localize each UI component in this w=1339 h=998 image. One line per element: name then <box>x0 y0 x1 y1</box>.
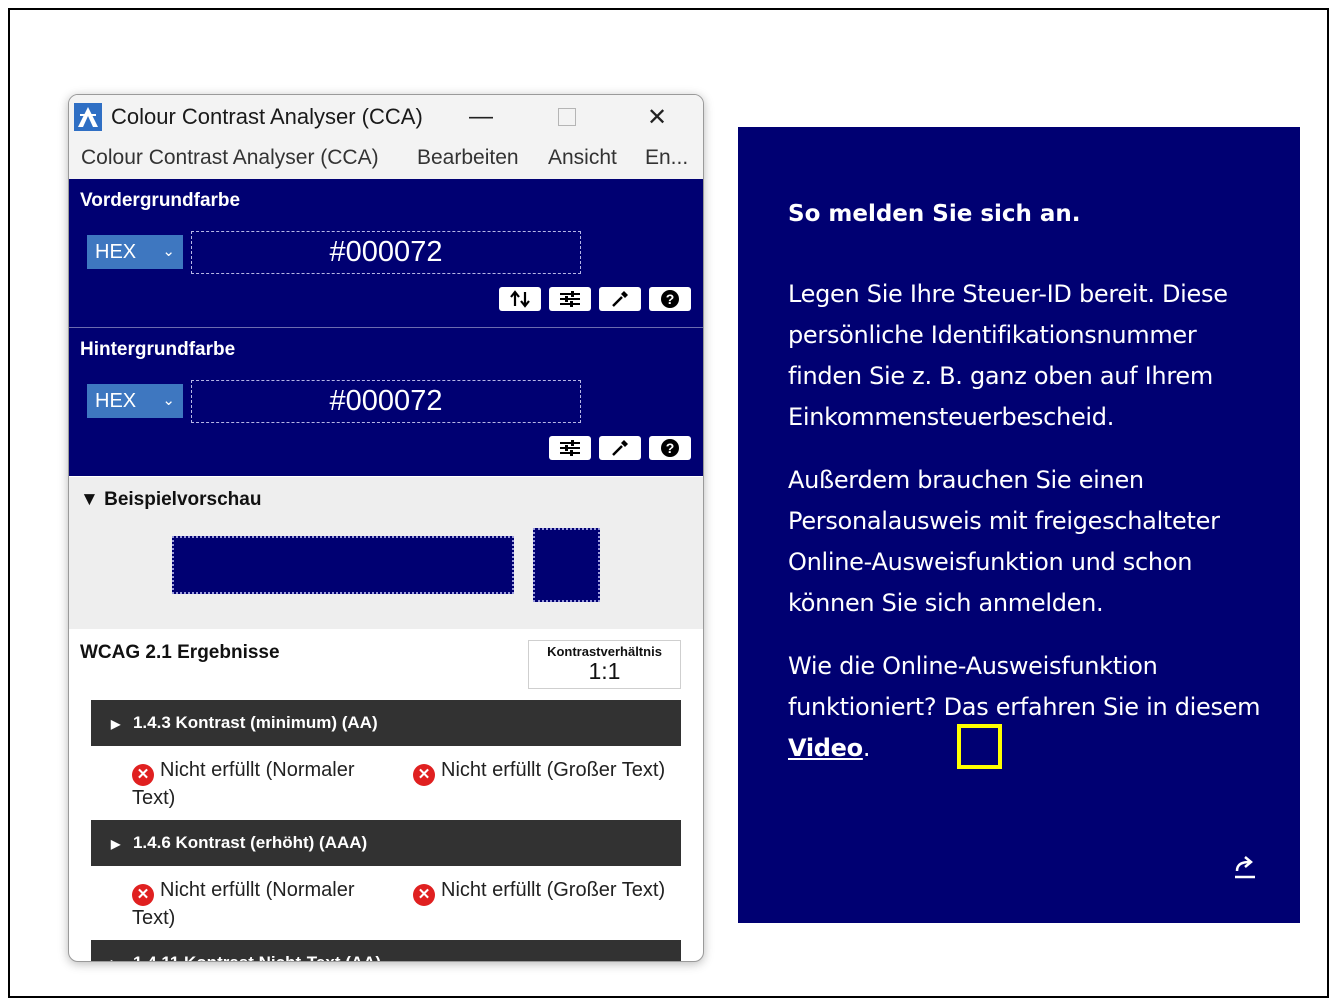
maximize-button[interactable] <box>537 95 597 139</box>
cca-window: Colour Contrast Analyser (CCA) — ✕ Colou… <box>68 94 704 962</box>
fail-icon: ✕ <box>413 764 435 786</box>
swap-colors-button[interactable] <box>499 287 541 311</box>
panel-heading: So melden Sie sich an. <box>788 201 1081 227</box>
background-format-select[interactable]: HEX ⌄ <box>87 384 183 418</box>
eyedropper-icon <box>612 291 628 307</box>
result-label: Nicht erfüllt (Großer Text) <box>441 879 666 901</box>
result-label: Nicht erfüllt (Normaler Text) <box>132 759 355 809</box>
result-large-text: ✕ Nicht erfüllt (Großer Text) <box>413 758 693 786</box>
svg-text:?: ? <box>666 291 675 307</box>
paragraph-end: . <box>862 734 871 762</box>
sliders-icon <box>560 291 580 307</box>
window-title: Colour Contrast Analyser (CCA) <box>111 104 423 129</box>
triangle-down-icon: ▼ <box>80 489 99 510</box>
fail-icon: ✕ <box>132 764 154 786</box>
app-logo-icon <box>74 103 102 131</box>
results-title: WCAG 2.1 Ergebnisse <box>80 642 280 663</box>
preview-toggle[interactable]: ▼ Beispielvorschau <box>80 489 261 511</box>
contrast-ratio-label: Kontrastverhältnis <box>547 644 662 659</box>
fail-icon: ✕ <box>132 884 154 906</box>
preview-sample-small <box>533 528 600 602</box>
minimize-button[interactable]: — <box>451 95 511 139</box>
foreground-eyedropper-button[interactable] <box>599 287 641 311</box>
foreground-sliders-button[interactable] <box>549 287 591 311</box>
triangle-right-icon: ▶ <box>111 837 121 851</box>
panel-paragraph-3: Wie die Online-Ausweisfunktion funktioni… <box>788 646 1268 769</box>
preview-section: ▼ Beispielvorschau <box>69 477 703 629</box>
triangle-right-icon: ▶ <box>111 957 120 961</box>
result-label: Nicht erfüllt (Normaler Text) <box>132 879 355 929</box>
help-icon: ? <box>661 439 679 457</box>
fail-icon: ✕ <box>413 884 435 906</box>
criterion-1-4-6[interactable]: ▶ 1.4.6 Kontrast (erhöht) (AAA) <box>91 820 681 866</box>
maximize-icon <box>558 108 576 126</box>
video-link[interactable]: Video <box>788 734 863 762</box>
share-icon[interactable] <box>1228 851 1262 885</box>
title-bar[interactable]: Colour Contrast Analyser (CCA) — ✕ <box>69 95 703 139</box>
close-icon: ✕ <box>646 103 668 131</box>
background-section: Hintergrundfarbe HEX ⌄ #000072 ? <box>69 328 703 476</box>
sliders-icon <box>560 440 580 456</box>
minimize-icon: — <box>469 103 493 130</box>
menu-item-app[interactable]: Colour Contrast Analyser (CCA) <box>81 146 379 170</box>
paragraph-text: Wie die Online-Ausweisfunktion funktioni… <box>788 652 1261 721</box>
background-title: Hintergrundfarbe <box>80 339 236 360</box>
criterion-1-4-3[interactable]: ▶ 1.4.3 Kontrast (minimum) (AA) <box>91 700 681 746</box>
panel-paragraph-1: Legen Sie Ihre Steuer-ID bereit. Diese p… <box>788 280 1228 431</box>
eyedropper-icon <box>612 440 628 456</box>
background-format-value: HEX <box>95 390 137 412</box>
menu-item-more[interactable]: En... <box>645 146 688 170</box>
background-help-button[interactable]: ? <box>649 436 691 460</box>
close-button[interactable]: ✕ <box>627 95 687 139</box>
menu-item-edit[interactable]: Bearbeiten <box>417 146 519 170</box>
criterion-1-4-11[interactable]: ▶ 1.4.11 Kontrast Nicht-Text (AA) <box>91 940 681 961</box>
chevron-down-icon: ⌄ <box>162 392 175 409</box>
preview-sample-large <box>172 536 514 594</box>
result-normal-text: ✕ Nicht erfüllt (Normaler Text) <box>132 758 382 811</box>
foreground-hex-input[interactable]: #000072 <box>191 231 581 274</box>
foreground-format-value: HEX <box>95 241 137 263</box>
contrast-ratio-box: Kontrastverhältnis 1:1 <box>528 640 681 689</box>
triangle-right-icon: ▶ <box>111 717 121 731</box>
svg-text:?: ? <box>666 440 675 456</box>
background-hex-input[interactable]: #000072 <box>191 380 581 423</box>
foreground-section: Vordergrundfarbe HEX ⌄ #000072 ? <box>69 179 703 328</box>
foreground-title: Vordergrundfarbe <box>80 190 241 211</box>
background-eyedropper-button[interactable] <box>599 436 641 460</box>
menu-item-view[interactable]: Ansicht <box>548 146 617 170</box>
panel-paragraph-2: Außerdem brauchen Sie einen Personalausw… <box>788 466 1220 617</box>
result-large-text: ✕ Nicht erfüllt (Großer Text) <box>413 878 693 906</box>
contrast-ratio-value: 1:1 <box>588 658 621 684</box>
criterion-label: 1.4.6 Kontrast (erhöht) (AAA) <box>132 833 368 852</box>
help-icon: ? <box>661 290 679 308</box>
swap-icon <box>510 290 530 308</box>
foreground-help-button[interactable]: ? <box>649 287 691 311</box>
result-label: Nicht erfüllt (Großer Text) <box>441 759 666 781</box>
preview-title: Beispielvorschau <box>104 489 262 510</box>
result-normal-text: ✕ Nicht erfüllt (Normaler Text) <box>132 878 382 931</box>
criterion-label: 1.4.11 Kontrast Nicht-Text (AA) <box>133 953 381 961</box>
chevron-down-icon: ⌄ <box>162 243 175 260</box>
focus-indicator <box>957 724 1002 769</box>
menu-bar: Colour Contrast Analyser (CCA) Bearbeite… <box>69 139 703 180</box>
login-info-panel: So melden Sie sich an. Legen Sie Ihre St… <box>738 127 1300 923</box>
criterion-label: 1.4.3 Kontrast (minimum) (AA) <box>132 713 378 732</box>
background-sliders-button[interactable] <box>549 436 591 460</box>
foreground-format-select[interactable]: HEX ⌄ <box>87 235 183 269</box>
